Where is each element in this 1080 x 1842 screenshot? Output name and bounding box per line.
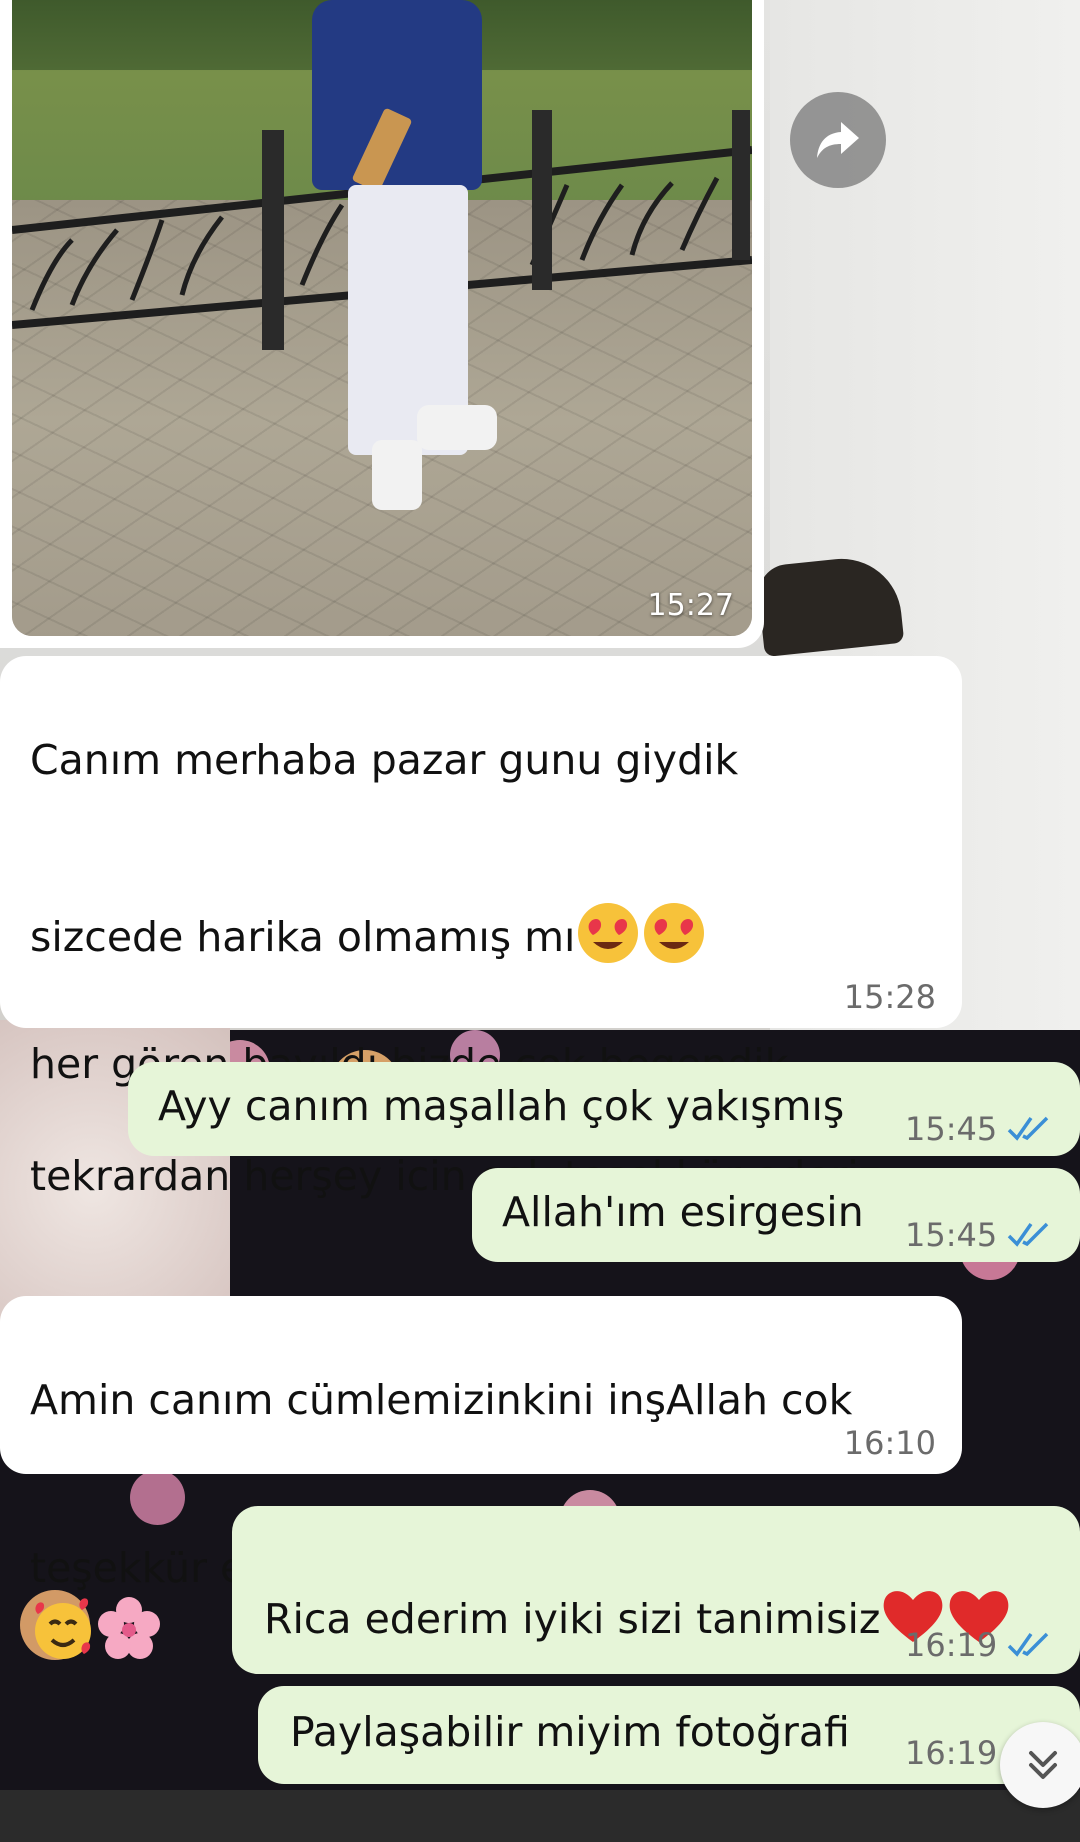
double-check-icon bbox=[1007, 1218, 1051, 1256]
double-chevron-down-icon bbox=[1029, 1751, 1057, 1779]
message-timestamp: 15:28 bbox=[843, 978, 936, 1016]
message-photo[interactable] bbox=[12, 0, 752, 636]
message-timestamp: 16:19 bbox=[905, 1626, 998, 1664]
photo-message[interactable]: 15:27 bbox=[0, 0, 764, 648]
photo-shoe bbox=[417, 405, 497, 450]
incoming-message[interactable]: Canım merhaba pazar gunu giydik sizcede … bbox=[0, 656, 962, 1385]
message-timestamp: 16:19 bbox=[905, 1734, 998, 1772]
message-text: Rica ederim iyiki sizi tanimisiz bbox=[264, 1595, 881, 1643]
outgoing-message[interactable]: Paylaşabilir miyim fotoğrafi 16:19 bbox=[258, 1686, 1080, 1784]
forward-arrow-icon bbox=[817, 122, 859, 158]
message-line: Canım merhaba pazar gunu giydik bbox=[30, 736, 739, 784]
photo-timestamp: 15:27 bbox=[647, 588, 734, 623]
message-timestamp: 16:10 bbox=[843, 1424, 936, 1462]
incoming-message[interactable]: Amin canım cümlemizinkini inşAllah cok t… bbox=[0, 1296, 962, 1659]
double-check-icon bbox=[1007, 1112, 1051, 1150]
cherry-blossom-emoji bbox=[96, 1596, 162, 1676]
message-timestamp: 15:45 bbox=[905, 1216, 998, 1254]
message-text: Allah'ım esirgesin bbox=[502, 1188, 864, 1236]
heart-eyes-emoji bbox=[641, 900, 707, 980]
message-text: Paylaşabilir miyim fotoğrafi bbox=[290, 1708, 850, 1756]
outgoing-message[interactable]: Allah'ım esirgesin 15:45 bbox=[472, 1168, 1080, 1262]
message-line-wrap: sizcede harika olmamış mı bbox=[30, 844, 950, 980]
outgoing-message[interactable]: Ayy canım maşallah çok yakışmış 15:45 bbox=[128, 1062, 1080, 1156]
smiling-hearts-emoji bbox=[30, 1596, 96, 1676]
message-timestamp-wrap: 15:45 bbox=[905, 1110, 1051, 1150]
forward-button[interactable] bbox=[790, 92, 886, 188]
heart-eyes-emoji bbox=[575, 900, 641, 980]
message-text: Ayy canım maşallah çok yakışmış bbox=[158, 1082, 845, 1130]
photo-shoe bbox=[372, 440, 422, 510]
message-timestamp-wrap: 15:45 bbox=[905, 1216, 1051, 1256]
message-timestamp-wrap: 16:19 bbox=[905, 1626, 1051, 1666]
background-bottom-strip bbox=[0, 1790, 1080, 1842]
message-line: Amin canım cümlemizinkini inşAllah cok bbox=[30, 1376, 853, 1424]
message-timestamp: 15:45 bbox=[905, 1110, 998, 1148]
double-check-icon bbox=[1007, 1628, 1051, 1666]
photo-child-shirt bbox=[312, 0, 482, 190]
outgoing-message[interactable]: Rica ederim iyiki sizi tanimisiz 16:19 bbox=[232, 1506, 1080, 1674]
scroll-to-bottom-button[interactable] bbox=[1000, 1722, 1080, 1808]
message-line: sizcede harika olmamış mı bbox=[30, 913, 576, 961]
